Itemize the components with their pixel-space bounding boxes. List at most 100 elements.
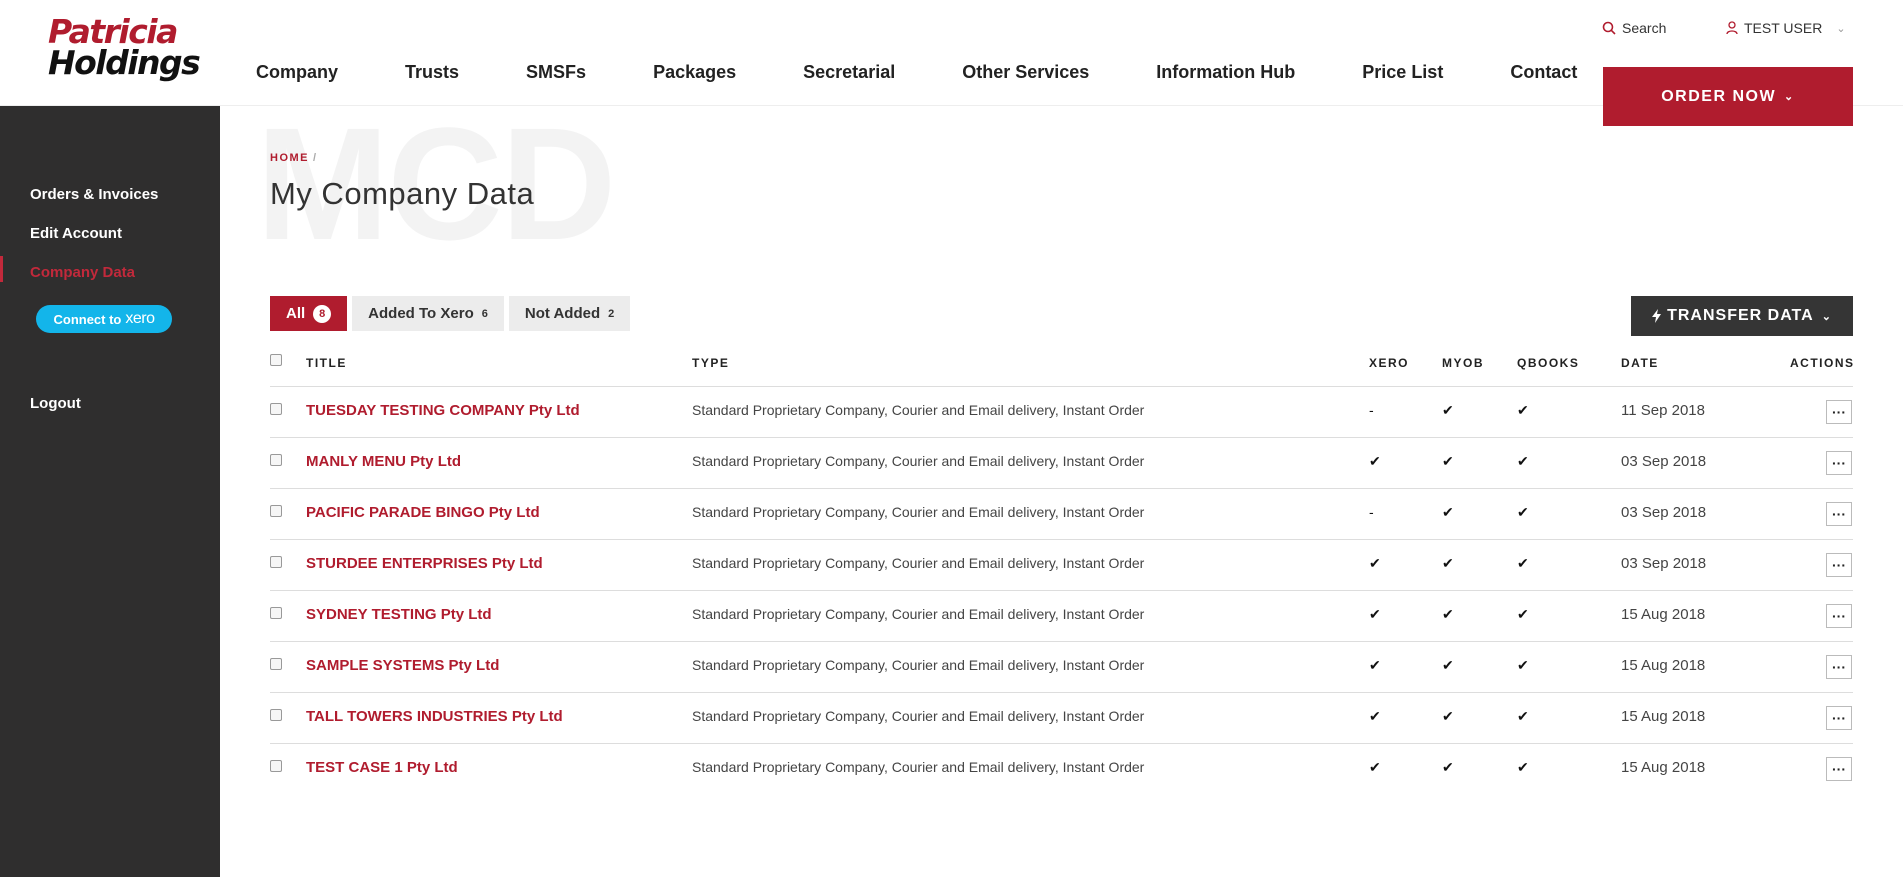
- table-row: PACIFIC PARADE BINGO Pty Ltd Standard Pro…: [270, 489, 1853, 540]
- company-type: Standard Proprietary Company, Courier an…: [692, 759, 1145, 775]
- transfer-data-button[interactable]: TRANSFER DATA ⌄: [1631, 296, 1853, 336]
- table-header: TITLE TYPE XERO MYOB QBOOKS DATE ACTIONS: [270, 350, 1853, 387]
- table-row: MANLY MENU Pty Ltd Standard Proprietary C…: [270, 438, 1853, 489]
- myob-status: ✔: [1442, 759, 1454, 775]
- myob-status: ✔: [1442, 504, 1454, 520]
- filter-label: All: [286, 305, 306, 322]
- company-title-link[interactable]: SYDNEY TESTING Pty Ltd: [306, 606, 492, 623]
- breadcrumb-home[interactable]: HOME: [270, 152, 309, 164]
- row-actions-button[interactable]: ···: [1826, 757, 1852, 781]
- myob-status: ✔: [1442, 555, 1454, 571]
- row-checkbox[interactable]: [270, 658, 282, 670]
- nav-smsfs[interactable]: SMSFs: [526, 62, 586, 83]
- myob-status: ✔: [1442, 606, 1454, 622]
- row-actions-button[interactable]: ···: [1826, 706, 1852, 730]
- chevron-down-icon: ⌄: [1836, 22, 1846, 35]
- row-checkbox[interactable]: [270, 454, 282, 466]
- qbooks-status: ✔: [1517, 606, 1529, 622]
- user-menu[interactable]: TEST USER ⌄: [1726, 20, 1846, 36]
- row-checkbox[interactable]: [270, 607, 282, 619]
- column-header-actions: ACTIONS: [1790, 356, 1855, 370]
- column-header-qbooks[interactable]: QBOOKS: [1517, 356, 1579, 370]
- company-data-table: TITLE TYPE XERO MYOB QBOOKS DATE ACTIONS…: [270, 350, 1853, 795]
- row-checkbox[interactable]: [270, 709, 282, 721]
- row-checkbox[interactable]: [270, 760, 282, 772]
- breadcrumb: HOME /: [270, 152, 318, 164]
- company-title-link[interactable]: TUESDAY TESTING COMPANY Pty Ltd: [306, 402, 580, 419]
- nav-trusts[interactable]: Trusts: [405, 62, 459, 83]
- sidebar-item-orders-invoices[interactable]: Orders & Invoices: [30, 186, 158, 203]
- column-header-xero[interactable]: XERO: [1369, 356, 1409, 370]
- row-actions-button[interactable]: ···: [1826, 502, 1852, 526]
- nav-packages[interactable]: Packages: [653, 62, 736, 83]
- sidebar-item-edit-account[interactable]: Edit Account: [30, 225, 122, 242]
- column-header-myob[interactable]: MYOB: [1442, 356, 1484, 370]
- company-title-link[interactable]: STURDEE ENTERPRISES Pty Ltd: [306, 555, 543, 572]
- user-name: TEST USER: [1744, 20, 1823, 36]
- site-logo[interactable]: Patricia Holdings: [48, 15, 201, 79]
- logout-link[interactable]: Logout: [30, 395, 81, 412]
- filter-label: Not Added: [524, 305, 601, 322]
- xero-status: ✔: [1369, 708, 1381, 724]
- qbooks-status: ✔: [1517, 453, 1529, 469]
- filter-tabs: All 8 Added To Xero 6 Not Added 2: [270, 296, 635, 331]
- nav-contact[interactable]: Contact: [1510, 62, 1577, 83]
- table-row: TALL TOWERS INDUSTRIES Pty Ltd Standard P…: [270, 693, 1853, 744]
- row-checkbox[interactable]: [270, 505, 282, 517]
- chevron-down-icon: ⌄: [1784, 91, 1795, 103]
- filter-tab-all[interactable]: All 8: [270, 296, 348, 331]
- main-nav: Company Trusts SMSFs Packages Secretaria…: [256, 62, 1577, 83]
- company-title-link[interactable]: MANLY MENU Pty Ltd: [306, 453, 461, 470]
- myob-status: ✔: [1442, 708, 1454, 724]
- row-date: 15 Aug 2018: [1621, 606, 1706, 623]
- search-link[interactable]: Search: [1602, 20, 1666, 36]
- company-type: Standard Proprietary Company, Courier an…: [692, 402, 1145, 418]
- sidebar-item-company-data[interactable]: Company Data: [30, 264, 135, 281]
- table-row: TEST CASE 1 Pty Ltd Standard Proprietary …: [270, 744, 1853, 795]
- row-date: 15 Aug 2018: [1621, 708, 1706, 725]
- row-actions-button[interactable]: ···: [1826, 553, 1852, 577]
- row-actions-button[interactable]: ···: [1826, 451, 1852, 475]
- nav-information-hub[interactable]: Information Hub: [1156, 62, 1295, 83]
- active-indicator: [0, 256, 3, 282]
- company-title-link[interactable]: TALL TOWERS INDUSTRIES Pty Ltd: [306, 708, 563, 725]
- myob-status: ✔: [1442, 402, 1454, 418]
- qbooks-status: ✔: [1517, 555, 1529, 571]
- filter-count-badge: 2: [608, 307, 615, 320]
- nav-secretarial[interactable]: Secretarial: [803, 62, 895, 83]
- connect-to-xero-button[interactable]: Connect to xero: [36, 305, 172, 333]
- table-row: SAMPLE SYSTEMS Pty Ltd Standard Proprieta…: [270, 642, 1853, 693]
- company-type: Standard Proprietary Company, Courier an…: [692, 504, 1145, 520]
- filter-tab-added-to-xero[interactable]: Added To Xero 6: [352, 296, 504, 331]
- column-header-date[interactable]: DATE: [1621, 356, 1659, 370]
- user-icon: [1726, 21, 1738, 35]
- company-type: Standard Proprietary Company, Courier an…: [692, 555, 1145, 571]
- nav-company[interactable]: Company: [256, 62, 338, 83]
- column-header-title[interactable]: TITLE: [306, 356, 347, 370]
- breadcrumb-separator: /: [313, 152, 318, 164]
- row-actions-button[interactable]: ···: [1826, 400, 1852, 424]
- company-title-link[interactable]: TEST CASE 1 Pty Ltd: [306, 759, 458, 776]
- row-date: 15 Aug 2018: [1621, 657, 1706, 674]
- account-sidebar: Orders & Invoices Edit Account Company D…: [0, 106, 220, 877]
- column-header-type[interactable]: TYPE: [692, 356, 729, 370]
- nav-other-services[interactable]: Other Services: [962, 62, 1089, 83]
- company-title-link[interactable]: SAMPLE SYSTEMS Pty Ltd: [306, 657, 499, 674]
- table-row: SYDNEY TESTING Pty Ltd Standard Proprieta…: [270, 591, 1853, 642]
- row-checkbox[interactable]: [270, 403, 282, 415]
- transfer-data-label: TRANSFER DATA: [1667, 307, 1814, 324]
- qbooks-status: ✔: [1517, 504, 1529, 520]
- company-type: Standard Proprietary Company, Courier an…: [692, 606, 1145, 622]
- row-actions-button[interactable]: ···: [1826, 604, 1852, 628]
- company-title-link[interactable]: PACIFIC PARADE BINGO Pty Ltd: [306, 504, 540, 521]
- row-checkbox[interactable]: [270, 556, 282, 568]
- row-actions-button[interactable]: ···: [1826, 655, 1852, 679]
- company-type: Standard Proprietary Company, Courier an…: [692, 657, 1145, 673]
- xero-logo-icon: xero: [125, 310, 155, 327]
- nav-price-list[interactable]: Price List: [1362, 62, 1443, 83]
- filter-tab-not-added[interactable]: Not Added 2: [508, 296, 631, 331]
- filter-label: Added To Xero: [368, 305, 474, 322]
- select-all-checkbox[interactable]: [270, 354, 282, 366]
- connect-label: Connect to: [53, 311, 122, 327]
- order-now-button[interactable]: ORDER NOW ⌄: [1603, 67, 1853, 126]
